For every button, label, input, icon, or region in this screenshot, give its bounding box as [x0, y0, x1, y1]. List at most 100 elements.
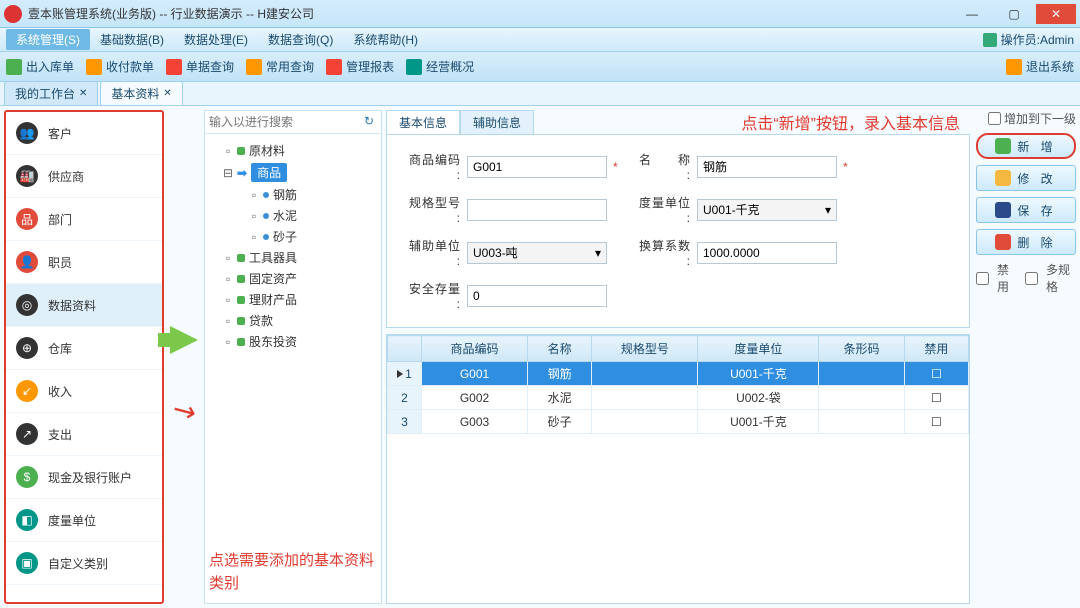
- tree-search: ↻: [205, 111, 381, 134]
- tree-node-sand[interactable]: ▫砂子: [209, 226, 377, 247]
- table-row[interactable]: 3 G003砂子U001-千克☐: [388, 410, 969, 434]
- green-arrow-icon: [170, 326, 198, 354]
- lbl-factor: 换算系数 :: [631, 237, 691, 268]
- nav-income[interactable]: ↙收入: [6, 370, 162, 413]
- lbl-code: 商品编码 :: [401, 151, 461, 182]
- tree-search-input[interactable]: [209, 115, 364, 129]
- close-icon[interactable]: ✕: [163, 88, 171, 99]
- tree-node-product[interactable]: ⊟➡商品: [209, 161, 377, 184]
- tab-aux-info[interactable]: 辅助信息: [460, 110, 534, 134]
- nav-cash-bank[interactable]: $现金及银行账户: [6, 456, 162, 499]
- nav-custom-category[interactable]: ▣自定义类别: [6, 542, 162, 585]
- tb-stock-bill[interactable]: 出入库单: [6, 58, 74, 75]
- table-row[interactable]: 1 G001钢筋U001-千克☐: [388, 362, 969, 386]
- reload-icon[interactable]: ↻: [364, 114, 377, 130]
- menu-base-data[interactable]: 基础数据(B): [90, 29, 174, 50]
- input-spec[interactable]: [467, 199, 607, 221]
- chk-disable[interactable]: [976, 272, 989, 285]
- customer-icon: 👥: [16, 122, 38, 144]
- col-rownum[interactable]: [388, 336, 422, 362]
- app-icon: [4, 5, 22, 23]
- menu-help[interactable]: 系统帮助(H): [343, 29, 428, 50]
- close-button[interactable]: ✕: [1036, 4, 1076, 24]
- col-uom[interactable]: 度量单位: [698, 336, 819, 362]
- tb-report[interactable]: 管理报表: [326, 58, 394, 75]
- menu-data-query[interactable]: 数据查询(Q): [258, 29, 343, 50]
- col-name[interactable]: 名称: [528, 336, 592, 362]
- tb-payment-bill[interactable]: 收付款单: [86, 58, 154, 75]
- chk-multispec[interactable]: [1025, 272, 1038, 285]
- annotation-left: 点选需要添加的基本资料类别: [205, 542, 381, 603]
- select-uom[interactable]: U001-千克▾: [697, 199, 837, 221]
- doc-icon: [6, 59, 22, 75]
- select-aux-uom[interactable]: U003-吨▾: [467, 242, 607, 264]
- tb-exit[interactable]: 退出系统: [1006, 58, 1074, 75]
- tree-node-tools[interactable]: ▫工具器具: [209, 247, 377, 268]
- lbl-spec: 规格型号 :: [401, 194, 461, 225]
- tb-overview[interactable]: 经营概况: [406, 58, 474, 75]
- tree-node-raw[interactable]: ▫原材料: [209, 140, 377, 161]
- nav-customer[interactable]: 👥客户: [6, 112, 162, 155]
- minimize-button[interactable]: —: [952, 4, 992, 24]
- lbl-name: 名 称 :: [631, 151, 691, 182]
- input-safe-stock[interactable]: [467, 285, 607, 307]
- warehouse-icon: ⊕: [16, 337, 38, 359]
- action-buttons: 增加到下一级 新 增 修 改 保 存 删 除 禁用 多规格: [976, 110, 1076, 604]
- plus-icon: [995, 138, 1011, 154]
- tree-node-fixed-asset[interactable]: ▫固定资产: [209, 268, 377, 289]
- expense-icon: ↗: [16, 423, 38, 445]
- nav-data[interactable]: ◎数据资料: [6, 284, 162, 327]
- input-name[interactable]: [697, 156, 837, 178]
- income-icon: ↙: [16, 380, 38, 402]
- workspace: 👥客户 🏭供应商 品部门 👤职员 ◎数据资料 ⊕仓库 ↙收入 ↗支出 $现金及银…: [0, 106, 1080, 608]
- lbl-uom: 度量单位 :: [631, 194, 691, 225]
- minus-icon: [995, 234, 1011, 250]
- add-button[interactable]: 新 增: [976, 133, 1076, 159]
- save-button[interactable]: 保 存: [976, 197, 1076, 223]
- pencil-icon: [995, 170, 1011, 186]
- user-icon: [983, 33, 997, 47]
- uom-icon: ◧: [16, 509, 38, 531]
- tree-node-cement[interactable]: ▫水泥: [209, 205, 377, 226]
- nav-department[interactable]: 品部门: [6, 198, 162, 241]
- tab-workbench[interactable]: 我的工作台✕: [4, 81, 98, 105]
- title-bar: 壹本账管理系统(业务版) -- 行业数据演示 -- H建安公司 — ▢ ✕: [0, 0, 1080, 28]
- annotation-top: 点击“新增”按钮，录入基本信息: [534, 110, 970, 134]
- col-disabled[interactable]: 禁用: [904, 336, 968, 362]
- maximize-button[interactable]: ▢: [994, 4, 1034, 24]
- delete-button[interactable]: 删 除: [976, 229, 1076, 255]
- menu-system[interactable]: 系统管理(S): [6, 29, 90, 50]
- nav-warehouse[interactable]: ⊕仓库: [6, 327, 162, 370]
- col-code[interactable]: 商品编码: [422, 336, 528, 362]
- tree-node-finance-product[interactable]: ▫理财产品: [209, 289, 377, 310]
- staff-icon: 👤: [16, 251, 38, 273]
- nav-expense[interactable]: ↗支出: [6, 413, 162, 456]
- tb-common-query[interactable]: 常用查询: [246, 58, 314, 75]
- table-row[interactable]: 2 G002水泥U002-袋☐: [388, 386, 969, 410]
- search-icon: [246, 59, 262, 75]
- chk-add-child[interactable]: [988, 112, 1001, 125]
- tree-node-loan[interactable]: ▫贷款: [209, 310, 377, 331]
- nav-supplier[interactable]: 🏭供应商: [6, 155, 162, 198]
- red-arrow-icon: ↘: [166, 390, 203, 430]
- main-panel: 基本信息 辅助信息 点击“新增”按钮，录入基本信息 商品编码 : * 名 称 :…: [386, 110, 1076, 604]
- nav-uom[interactable]: ◧度量单位: [6, 499, 162, 542]
- col-barcode[interactable]: 条形码: [819, 336, 904, 362]
- save-icon: [995, 202, 1011, 218]
- tree-node-investment[interactable]: ▫股东投资: [209, 331, 377, 352]
- edit-button[interactable]: 修 改: [976, 165, 1076, 191]
- chevron-down-icon: ▾: [595, 246, 601, 260]
- tree-node-steel[interactable]: ▫钢筋: [209, 184, 377, 205]
- doc-icon: [86, 59, 102, 75]
- input-code[interactable]: [467, 156, 607, 178]
- tb-bill-query[interactable]: 单据查询: [166, 58, 234, 75]
- col-spec[interactable]: 规格型号: [592, 336, 698, 362]
- close-icon[interactable]: ✕: [79, 88, 87, 99]
- bank-icon: $: [16, 466, 38, 488]
- search-icon: [166, 59, 182, 75]
- input-factor[interactable]: [697, 242, 837, 264]
- tab-basic-info[interactable]: 基本信息: [386, 110, 460, 134]
- menu-data-process[interactable]: 数据处理(E): [174, 29, 258, 50]
- nav-staff[interactable]: 👤职员: [6, 241, 162, 284]
- tab-basic-data[interactable]: 基本资料✕: [100, 81, 182, 105]
